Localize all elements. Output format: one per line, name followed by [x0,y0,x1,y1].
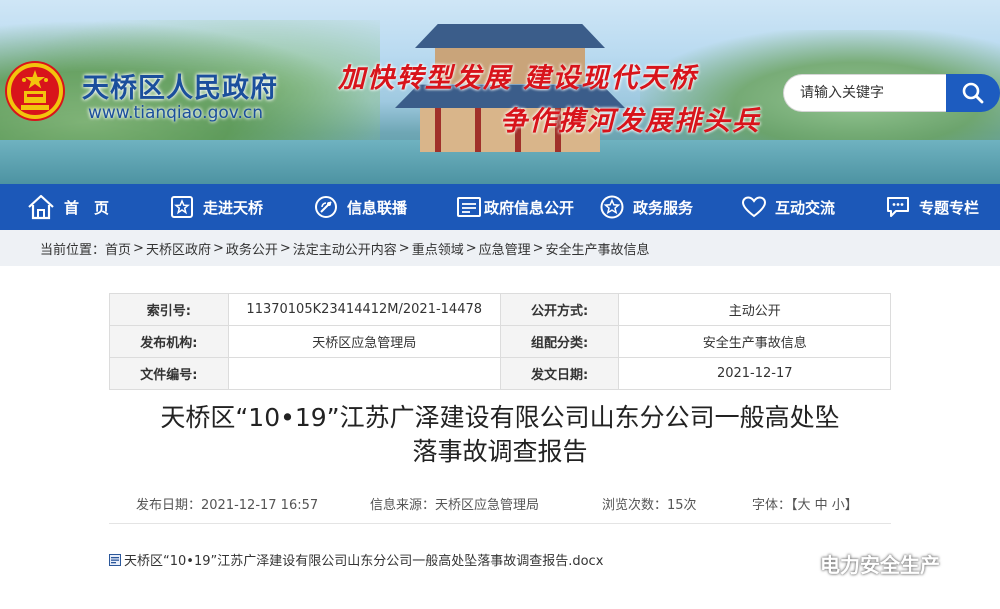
document-list-icon [457,197,481,217]
star-frame-icon [171,196,193,218]
nav-item-interaction[interactable]: 互动交流 [741,184,835,230]
divider [109,523,891,524]
docno-value [227,357,501,390]
breadcrumb-home[interactable]: 首页 [105,239,131,258]
publisher-label: 发布机构: [109,325,229,358]
table-row: 文件编号: 发文日期: 2021-12-17 [109,357,891,390]
nav-label: 信息联播 [347,198,408,217]
slogan-line-1: 加快转型发展 建设现代天桥 [338,63,698,94]
breadcrumb-emergency-mgmt[interactable]: 应急管理 [479,239,531,258]
category-value: 安全生产事故信息 [618,325,891,358]
nav-label: 专题专栏 [919,198,980,217]
attachment-link[interactable]: 天桥区“10•19”江苏广泽建设有限公司山东分公司一般高处坠落事故调查报告.do… [124,550,603,569]
nav-item-gov-info[interactable]: 政府信息公开 [456,184,574,230]
index-value: 11370105K23414412M/2021-14478 [227,293,501,326]
article-title: 天桥区“10•19”江苏广泽建设有限公司山东分公司一般高处坠 落事故调查报告 [100,401,900,469]
article-title-line-2: 落事故调查报告 [412,437,588,466]
national-emblem-icon[interactable] [2,58,68,124]
date-label: 发文日期: [499,357,620,390]
attachment: 天桥区“10•19”江苏广泽建设有限公司山东分公司一般高处坠落事故调查报告.do… [109,550,603,569]
docno-label: 文件编号: [109,357,229,390]
search-button[interactable] [946,74,1000,112]
nav-label: 政务服务 [633,198,694,217]
heart-icon [741,196,767,218]
index-label: 索引号: [109,293,229,326]
nav-item-about[interactable]: 走进天桥 [169,184,263,230]
nav-label: 互动交流 [775,198,836,217]
header-banner: 天桥区人民政府 www.tianqiao.gov.cn 加快转型发展 建设现代天… [0,0,1000,184]
info-table: 索引号: 11370105K23414412M/2021-14478 公开方式:… [109,293,891,390]
breadcrumb-key-areas[interactable]: 重点领域 [412,239,464,258]
view-count: 浏览次数：15次 [602,498,697,513]
star-circle-icon [600,195,624,219]
breadcrumb-statutory-disclosure[interactable]: 法定主动公开内容 [293,239,397,258]
publisher-value: 天桥区应急管理局 [227,325,501,358]
nav-item-topics[interactable]: 专题专栏 [885,184,979,230]
search-icon [962,82,984,104]
method-value: 主动公开 [618,293,891,326]
watermark: 电力安全生产 [784,549,940,578]
nav-item-news[interactable]: 信息联播 [313,184,407,230]
font-size-switcher[interactable]: 字体：【大 中 小】 [752,494,858,513]
breadcrumb-prefix: 当前位置： [40,242,106,258]
nav-item-services[interactable]: 政务服务 [599,184,693,230]
article-title-line-1: 天桥区“10•19”江苏广泽建设有限公司山东分公司一般高处坠 [160,403,840,432]
nav-item-home[interactable]: 首 页 [26,184,109,230]
site-name[interactable]: 天桥区人民政府 [82,66,278,105]
nav-label: 政府信息公开 [484,198,575,217]
home-icon [28,194,54,220]
main-nav: 首 页 走进天桥 信息联播 政府信息公开 政务服务 互动交流 专题专栏 [0,184,1000,230]
breadcrumb: 当前位置： 首页 > 天桥区政府 > 政务公开 > 法定主动公开内容 > 重点领域 > 应… [0,230,1000,266]
breadcrumb-safety-accidents[interactable]: 安全生产事故信息 [546,239,650,258]
table-row: 发布机构: 天桥区应急管理局 组配分类: 安全生产事故信息 [109,325,891,358]
publish-date: 发布日期：2021-12-17 16:57 [136,498,319,513]
search-input[interactable] [783,74,948,112]
slogan-line-2: 争作携河发展排头兵 [500,106,761,137]
breadcrumb-gov-affairs[interactable]: 政务公开 [226,239,278,258]
article-meta: 发布日期：2021-12-17 16:57 信息来源：天桥区应急管理局 浏览次数… [136,494,871,514]
broadcast-icon [315,196,337,218]
search-box [783,74,1000,112]
nav-label: 首 页 [64,198,110,217]
watermark-text: 电力安全生产 [820,553,940,577]
nav-label: 走进天桥 [203,198,264,217]
date-value: 2021-12-17 [618,357,891,390]
method-label: 公开方式: [499,293,620,326]
info-source: 信息来源：天桥区应急管理局 [370,498,540,513]
chat-icon [887,197,909,217]
table-row: 索引号: 11370105K23414412M/2021-14478 公开方式:… [109,293,891,326]
category-label: 组配分类: [499,325,620,358]
wechat-icon [785,551,813,574]
breadcrumb-district-gov[interactable]: 天桥区政府 [146,239,211,258]
word-file-icon [109,553,121,566]
site-url: www.tianqiao.gov.cn [88,103,264,123]
